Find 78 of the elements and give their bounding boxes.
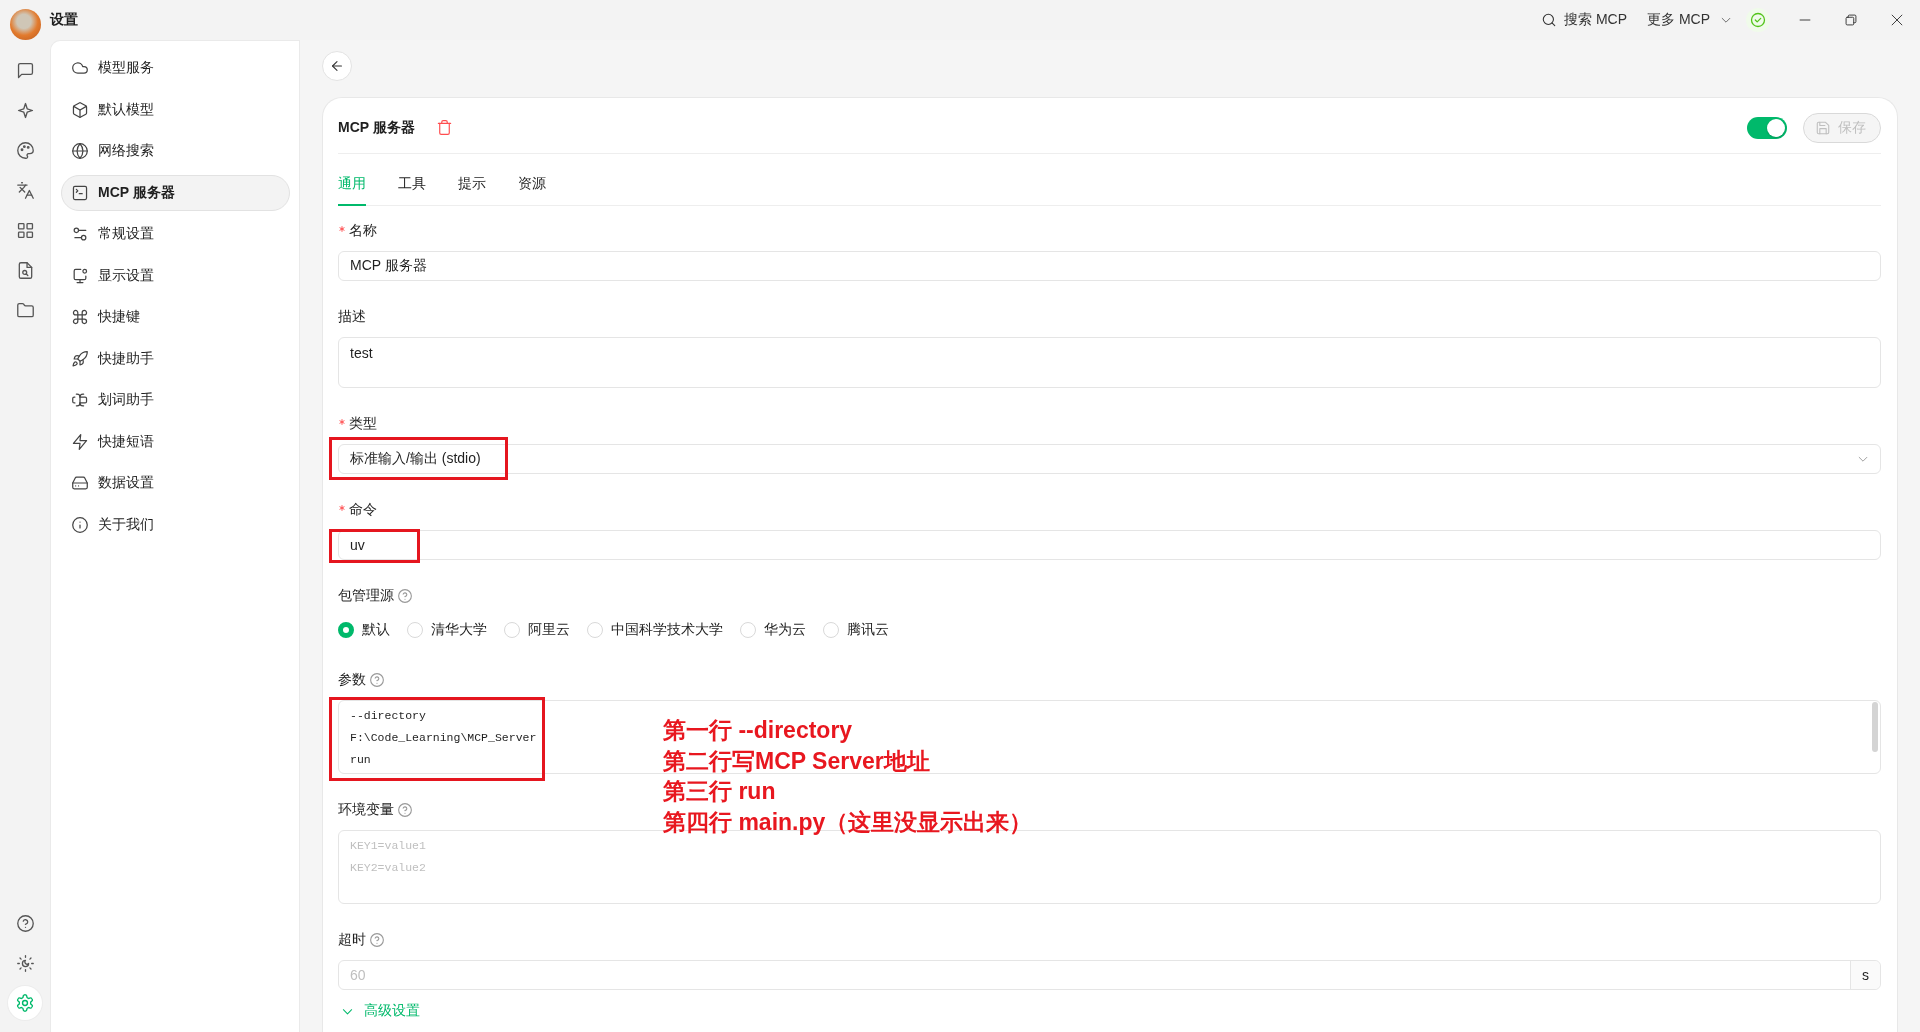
field-label: 名称 xyxy=(349,222,377,240)
radio-option[interactable]: 默认 xyxy=(338,621,390,639)
select-dropdown[interactable]: 标准输入/输出 (stdio) xyxy=(338,444,1881,474)
translate-icon[interactable] xyxy=(16,181,34,199)
menu-item[interactable]: 快捷短语 xyxy=(61,423,290,460)
back-button[interactable] xyxy=(322,51,352,81)
rocket-icon xyxy=(72,350,88,367)
field-label: 环境变量 xyxy=(338,801,394,819)
menu-item[interactable]: MCP 服务器 xyxy=(61,174,290,211)
lightning-icon xyxy=(72,433,88,450)
window-title: 设置 xyxy=(50,11,78,29)
radio-option[interactable]: 华为云 xyxy=(740,621,806,639)
menu-item[interactable]: 快捷助手 xyxy=(61,340,290,377)
tab[interactable]: 提示 xyxy=(458,175,486,206)
annotation-text: 第一行 --directory xyxy=(663,716,854,745)
menu-item[interactable]: 常规设置 xyxy=(61,216,290,252)
toggle-switch[interactable] xyxy=(1747,116,1787,139)
save-icon xyxy=(1816,120,1830,135)
menu-item[interactable]: 显示设置 xyxy=(61,257,290,294)
menu-item[interactable]: 网络搜索 xyxy=(61,133,290,169)
menu-item[interactable]: 关于我们 xyxy=(61,506,290,543)
field-label: 包管理源 xyxy=(338,587,394,605)
radio-option[interactable]: 清华大学 xyxy=(407,621,487,639)
input-field[interactable]: uv xyxy=(338,530,1881,560)
tab[interactable]: 工具 xyxy=(398,175,426,206)
hard-drive-icon xyxy=(72,475,88,491)
scrollbar-thumb[interactable] xyxy=(1872,702,1878,752)
cube-icon xyxy=(72,101,88,118)
sun-moon-icon[interactable] xyxy=(16,954,34,972)
palette-icon[interactable] xyxy=(16,141,34,159)
tab[interactable]: 资源 xyxy=(518,175,546,206)
radio-option[interactable]: 中国科学技术大学 xyxy=(587,621,723,639)
field-label: 参数 xyxy=(338,671,366,689)
input-field[interactable]: 60 s xyxy=(338,960,1881,990)
terminal-icon xyxy=(72,184,88,201)
field-label: 类型 xyxy=(349,415,377,433)
server-title: MCP 服务器 xyxy=(338,118,415,137)
more-dropdown[interactable]: 更多 MCP xyxy=(1645,6,1734,34)
search-button[interactable]: 搜索 MCP xyxy=(1540,6,1629,34)
search-icon xyxy=(1542,13,1556,27)
unit-suffix: s xyxy=(1850,961,1880,989)
annotation-text: 第二行写MCP Server地址 xyxy=(663,746,931,776)
settings-icon[interactable] xyxy=(8,986,42,1020)
info-icon xyxy=(72,516,88,533)
help-icon[interactable] xyxy=(370,673,384,687)
sparkle-icon[interactable] xyxy=(16,101,34,119)
radio-option[interactable]: 阿里云 xyxy=(504,621,570,639)
cloud-icon xyxy=(72,60,88,76)
file-search-icon[interactable] xyxy=(16,261,34,279)
annotation-text: 第三行 run xyxy=(663,777,777,806)
monitor-gear-icon xyxy=(72,267,88,284)
field-label: 命令 xyxy=(349,501,377,519)
menu-item[interactable]: 默认模型 xyxy=(61,91,290,128)
text-cursor-icon xyxy=(72,392,88,408)
help-icon[interactable] xyxy=(16,914,34,932)
sliders-icon xyxy=(72,226,88,242)
restore-icon[interactable] xyxy=(1845,14,1857,26)
help-icon[interactable] xyxy=(398,803,412,817)
check-circle-icon[interactable] xyxy=(1746,8,1770,32)
radio-option[interactable]: 腾讯云 xyxy=(823,621,889,639)
folder-icon[interactable] xyxy=(16,301,34,319)
globe-icon xyxy=(72,143,88,159)
help-icon[interactable] xyxy=(398,589,412,603)
trash-icon[interactable] xyxy=(436,120,452,135)
menu-item[interactable]: 模型服务 xyxy=(61,50,290,86)
command-icon xyxy=(72,309,88,325)
grid-icon[interactable] xyxy=(16,221,34,239)
chat-icon[interactable] xyxy=(16,61,34,79)
textarea-field[interactable]: test xyxy=(338,337,1881,388)
field-label: 超时 xyxy=(338,931,366,949)
menu-item[interactable]: 划词助手 xyxy=(61,382,290,418)
help-icon[interactable] xyxy=(370,933,384,947)
input-field[interactable]: MCP 服务器 xyxy=(338,251,1881,281)
menu-item[interactable]: 数据设置 xyxy=(61,465,290,501)
menu-item[interactable]: 快捷键 xyxy=(61,299,290,335)
field-label: 描述 xyxy=(338,308,366,326)
close-icon[interactable] xyxy=(1891,14,1903,26)
avatar-placeholder xyxy=(10,9,41,40)
